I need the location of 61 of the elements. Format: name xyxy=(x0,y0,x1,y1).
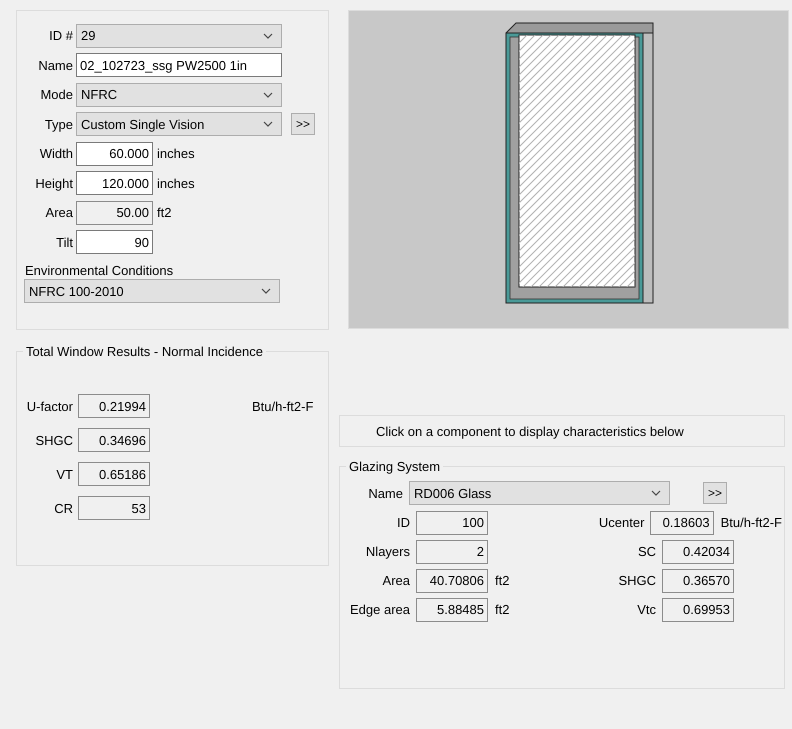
readonly-field: 0.34696 xyxy=(78,428,150,452)
field-label: Ucenter xyxy=(598,515,644,530)
field-label: Height xyxy=(34,176,73,191)
field-label: U-factor xyxy=(26,398,73,414)
input-field[interactable]: 60.000 xyxy=(76,142,153,166)
readonly-field: 0.69953 xyxy=(662,598,734,622)
unit-label: ft2 xyxy=(157,205,172,220)
readonly-field: 100 xyxy=(416,510,488,534)
dropdown[interactable]: NFRC xyxy=(76,82,282,107)
group-title: Total Window Results - Normal Incidence xyxy=(25,344,264,359)
input-field[interactable]: 120.000 xyxy=(76,171,153,196)
field-label: VT xyxy=(55,466,73,482)
name-field[interactable]: 02_102723_ssg PW2500 1in xyxy=(76,53,282,78)
field-label: Edge area xyxy=(349,602,410,617)
field-label: CR xyxy=(53,500,73,516)
field-label: Area xyxy=(382,573,410,588)
field-label: Name xyxy=(367,486,403,500)
readonly-field: 40.70806 xyxy=(416,568,488,592)
readonly-field: 0.18603 xyxy=(650,510,714,534)
info-text: Click on a component to display characteristics below xyxy=(376,424,684,438)
caret-icon xyxy=(263,32,273,39)
field-label: ID # xyxy=(48,28,73,44)
field-label: SHGC xyxy=(617,573,656,588)
dropdown[interactable]: RD006 Glass xyxy=(409,481,670,505)
unit-label: ft2 xyxy=(495,602,510,617)
caret-icon xyxy=(263,92,273,98)
field-label: Type xyxy=(44,116,73,132)
field-label: Mode xyxy=(39,87,73,102)
unit-label: ft2 xyxy=(495,573,510,588)
unit-label: inches xyxy=(157,146,195,162)
readonly-field: 0.42034 xyxy=(662,540,734,564)
field-label: SC xyxy=(636,544,656,559)
field-label: Width xyxy=(38,146,73,162)
readonly-field: 0.21994 xyxy=(78,394,150,418)
field-label: ID xyxy=(396,515,410,530)
readonly-field: 0.36570 xyxy=(662,568,734,592)
more-button[interactable]: >> xyxy=(703,482,727,504)
caret-icon xyxy=(651,490,661,496)
readonly-field: 50.00 xyxy=(76,200,153,225)
readonly-field: 5.88485 xyxy=(416,598,488,622)
field-label: Vtc xyxy=(636,602,656,617)
field-label: SHGC xyxy=(34,432,73,448)
dropdown[interactable]: 29 xyxy=(76,24,282,48)
group-title: Glazing System xyxy=(348,459,442,474)
field-label: Name xyxy=(37,58,73,73)
unit-label: Btu/h-ft2-F xyxy=(252,398,314,414)
input-field[interactable]: 90 xyxy=(76,230,153,254)
field-label: Area xyxy=(44,205,73,220)
field-label: Nlayers xyxy=(364,544,410,559)
caret-icon xyxy=(263,121,273,128)
field-label: Tilt xyxy=(55,234,73,250)
unit-label: Btu/h-ft2-F xyxy=(720,515,782,530)
caret-icon xyxy=(261,288,271,294)
field-label: Environmental Conditions xyxy=(25,263,174,278)
readonly-field: 53 xyxy=(78,496,150,520)
unit-label: inches xyxy=(157,176,195,191)
readonly-field: 0.65186 xyxy=(78,462,150,486)
readonly-field: 2 xyxy=(416,540,488,564)
more-button[interactable]: >> xyxy=(291,113,315,136)
dropdown[interactable]: NFRC 100-2010 xyxy=(24,279,280,303)
dropdown[interactable]: Custom Single Vision xyxy=(76,112,282,136)
